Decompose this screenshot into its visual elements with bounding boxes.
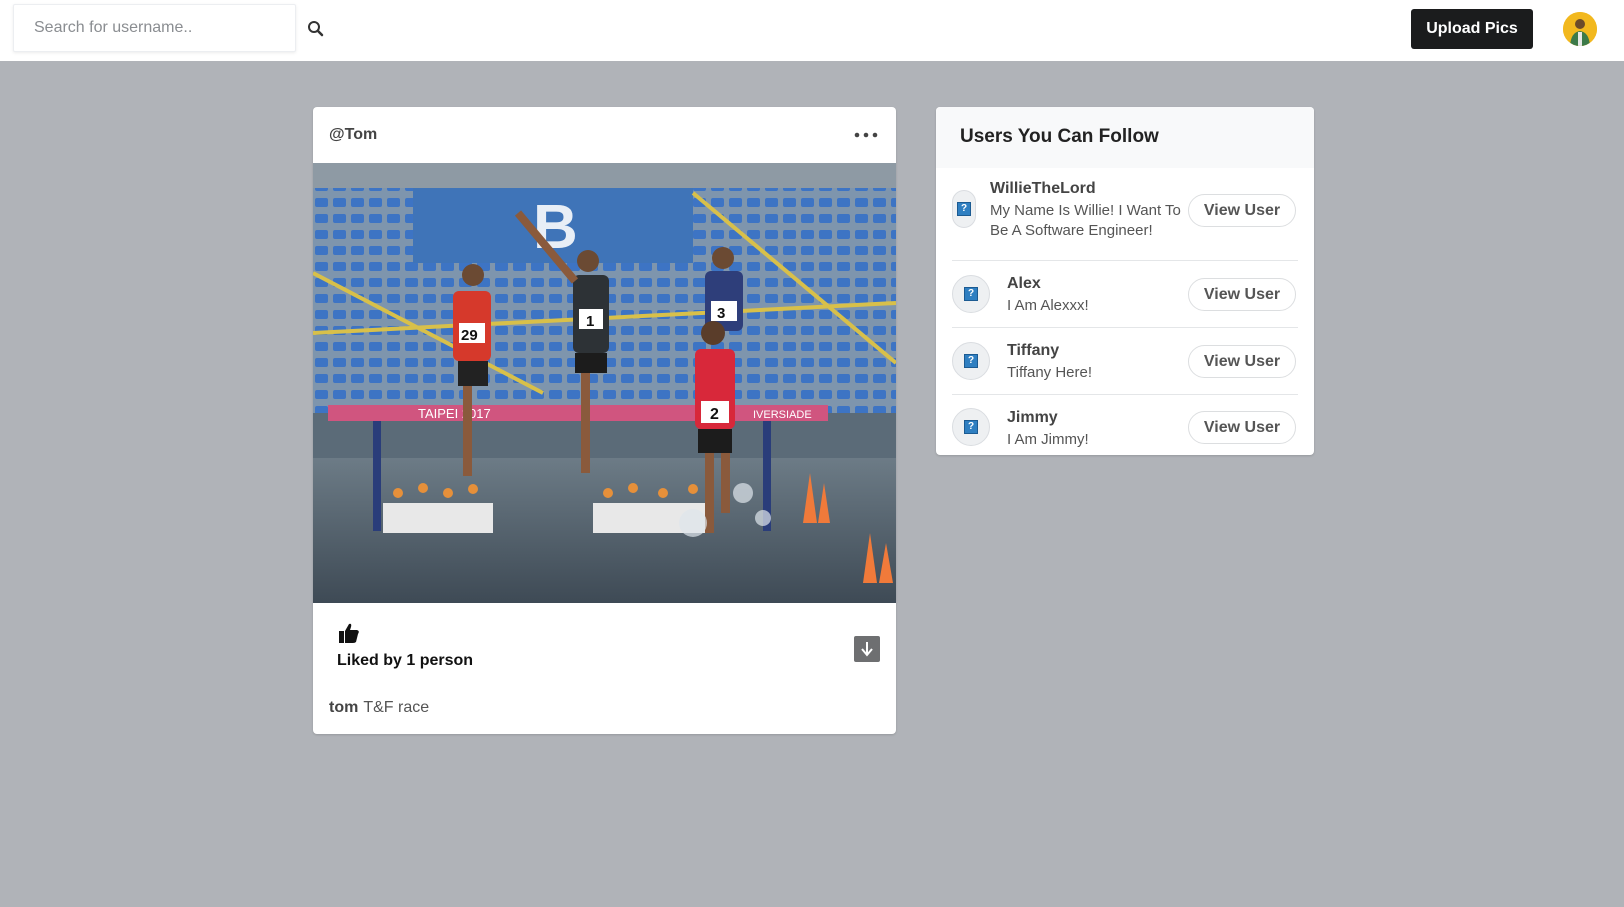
banner-taipei: TAIPEI 2017: [418, 406, 491, 421]
follow-suggestions-card: Users You Can Follow ? WillieTheLord My …: [936, 107, 1314, 455]
follow-title: Users You Can Follow: [960, 126, 1159, 147]
likes-count: Liked by 1 person: [337, 652, 474, 669]
search-icon[interactable]: [306, 19, 326, 39]
svg-text:29: 29: [461, 327, 478, 344]
download-icon: [861, 642, 873, 657]
user-avatar-icon[interactable]: ?: [952, 275, 990, 313]
upload-pics-button[interactable]: Upload Pics: [1411, 9, 1533, 49]
top-bar: Upload Pics: [0, 0, 1624, 61]
post-caption: tom T&F race: [329, 699, 429, 717]
search-box[interactable]: [13, 4, 296, 52]
svg-text:2: 2: [710, 406, 719, 423]
search-input[interactable]: [14, 5, 295, 51]
user-avatar-icon[interactable]: ?: [952, 342, 990, 380]
user-name[interactable]: WillieTheLord: [990, 180, 1096, 198]
view-user-button[interactable]: View User: [1188, 345, 1296, 378]
post-header: @Tom: [313, 107, 896, 163]
user-bio: I Am Jimmy!: [1007, 431, 1089, 448]
race-photo: B TAIPEI 2017 IVERSIADE 29 1 3 2: [313, 163, 896, 603]
user-row: ? Alex I Am Alexxx! View User: [952, 260, 1298, 328]
user-avatar-icon[interactable]: ?: [952, 190, 976, 228]
caption-username[interactable]: tom: [329, 699, 358, 716]
thumbs-up-icon[interactable]: [338, 622, 360, 644]
user-row: ? Tiffany Tiffany Here! View User: [952, 327, 1298, 395]
user-name[interactable]: Tiffany: [1007, 342, 1059, 360]
user-bio: I Am Alexxx!: [1007, 297, 1089, 314]
post-image: B TAIPEI 2017 IVERSIADE 29 1 3 2: [313, 163, 896, 603]
more-icon[interactable]: [853, 130, 879, 140]
svg-text:3: 3: [717, 305, 725, 322]
download-button[interactable]: [854, 636, 880, 662]
user-name[interactable]: Jimmy: [1007, 409, 1058, 427]
follow-header: Users You Can Follow: [936, 107, 1314, 168]
caption-text: T&F race: [363, 699, 430, 716]
profile-avatar[interactable]: [1563, 12, 1597, 46]
user-bio: My Name Is Willie! I Want To Be A Softwar…: [990, 202, 1181, 239]
svg-text:1: 1: [586, 313, 594, 330]
post-username[interactable]: @Tom: [329, 126, 377, 144]
view-user-button[interactable]: View User: [1188, 278, 1296, 311]
banner-universiade: IVERSIADE: [753, 409, 812, 421]
user-row: ? WillieTheLord My Name Is Willie! I Wan…: [952, 168, 1298, 260]
user-row: ? Jimmy I Am Jimmy! View User: [952, 394, 1298, 455]
user-avatar-icon[interactable]: ?: [952, 408, 990, 446]
post-card: @Tom B TAIPEI 2017 IVERSIADE 29 1 3 2 Li…: [313, 107, 896, 734]
user-name[interactable]: Alex: [1007, 275, 1041, 293]
user-bio: Tiffany Here!: [1007, 364, 1093, 381]
profile-avatar-image: [1563, 12, 1597, 46]
view-user-button[interactable]: View User: [1188, 194, 1296, 227]
view-user-button[interactable]: View User: [1188, 411, 1296, 444]
